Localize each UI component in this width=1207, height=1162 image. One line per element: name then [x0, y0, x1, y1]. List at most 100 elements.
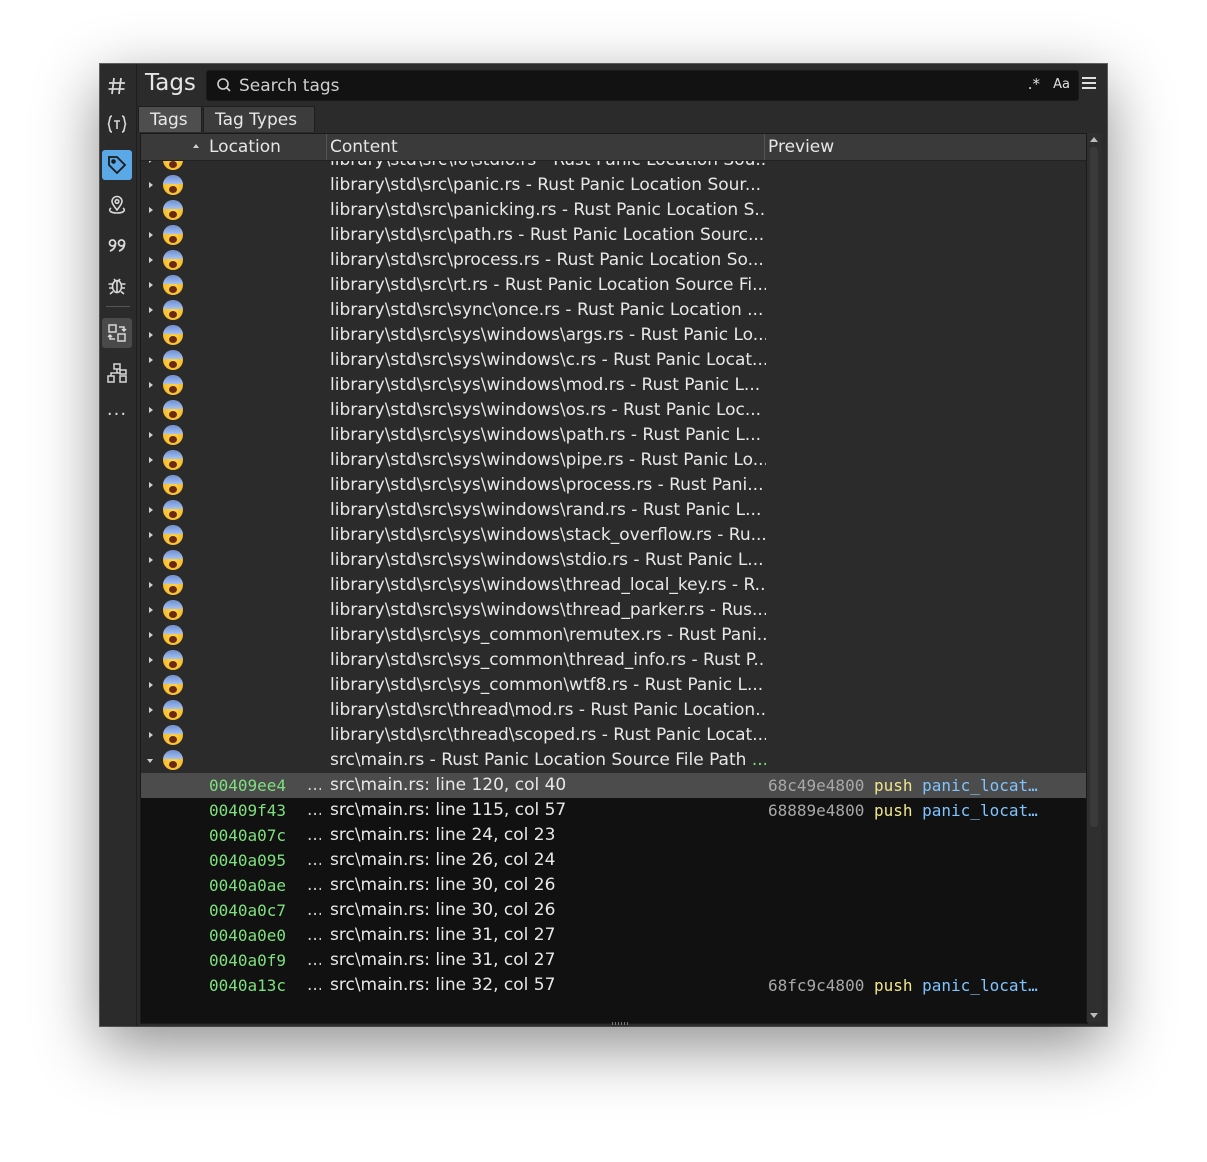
hierarchy-icon[interactable]	[102, 358, 132, 388]
expand-arrow-icon[interactable]	[149, 207, 153, 213]
tab-tags[interactable]: Tags	[138, 106, 202, 132]
table-row-child[interactable]: 00409f43... src\main.rs: line 115, col 57…	[141, 798, 1087, 823]
expand-arrow-icon[interactable]	[149, 507, 153, 513]
table-row[interactable]: library\std\src\sys_common\remutex.rs - …	[141, 623, 1087, 648]
table-row[interactable]: library\std\src\sys_common\thread_info.r…	[141, 648, 1087, 673]
table-row[interactable]: library\std\src\sys\windows\path.rs - Ru…	[141, 423, 1087, 448]
content-cell: library\std\src\thread\mod.rs - Rust Pan…	[330, 700, 766, 720]
expand-arrow-icon[interactable]	[149, 182, 153, 188]
swap-panels-icon[interactable]	[102, 318, 132, 348]
content-cell: src\main.rs: line 120, col 40	[330, 775, 567, 795]
table-row[interactable]: library\std\src\sys\windows\os.rs - Rust…	[141, 398, 1087, 423]
table-row[interactable]: library\std\src\sync\once.rs - Rust Pani…	[141, 298, 1087, 323]
scroll-thumb[interactable]	[1090, 147, 1098, 827]
table-row[interactable]: library\std\src\rt.rs - Rust Panic Locat…	[141, 273, 1087, 298]
location-cell: 0040a13c	[209, 976, 287, 995]
table-row[interactable]: library\std\src\sys\windows\mod.rs - Rus…	[141, 373, 1087, 398]
expand-arrow-icon[interactable]	[149, 682, 153, 688]
table-row-child[interactable]: 0040a0c7... src\main.rs: line 30, col 26	[141, 898, 1087, 923]
vertical-scrollbar[interactable]	[1086, 133, 1101, 1022]
column-header-content[interactable]: Content	[326, 134, 398, 160]
table-row[interactable]: library\std\src\panicking.rs - Rust Pani…	[141, 198, 1087, 223]
expand-arrow-icon[interactable]	[149, 582, 153, 588]
case-sensitive-toggle[interactable]: Aa	[1053, 77, 1070, 92]
content-cell: library\std\src\process.rs - Rust Panic …	[330, 250, 764, 270]
table-row[interactable]: library\std\src\sys\windows\stdio.rs - R…	[141, 548, 1087, 573]
table-row[interactable]: library\std\src\panic.rs - Rust Panic Lo…	[141, 173, 1087, 198]
expand-arrow-icon[interactable]	[149, 732, 153, 738]
hash-icon[interactable]	[102, 71, 132, 101]
table-row-child[interactable]: 0040a13c... src\main.rs: line 32, col 57 6…	[141, 973, 1087, 998]
table-row[interactable]: library\std\src\sys\windows\thread_parke…	[141, 598, 1087, 623]
table-row-child[interactable]: 0040a095... src\main.rs: line 26, col 24	[141, 848, 1087, 873]
search-input[interactable]	[237, 73, 1021, 99]
table-row-child[interactable]: 0040a0ae... src\main.rs: line 30, col 26	[141, 873, 1087, 898]
content-cell: src\main.rs: line 30, col 26	[330, 875, 556, 895]
scroll-up-icon[interactable]	[1090, 137, 1098, 142]
expand-arrow-icon[interactable]	[149, 282, 153, 288]
table-row-child[interactable]: 0040a07c... src\main.rs: line 24, col 23	[141, 823, 1087, 848]
table-row-child[interactable]: 0040a0e0... src\main.rs: line 31, col 27	[141, 923, 1087, 948]
table-row[interactable]: library\std\src\thread\mod.rs - Rust Pan…	[141, 698, 1087, 723]
expand-arrow-icon[interactable]	[149, 482, 153, 488]
screaming-face-icon	[163, 650, 183, 670]
preview-bytes: 68c49e4800	[768, 776, 865, 795]
table-row[interactable]: library\std\src\thread\scoped.rs - Rust …	[141, 723, 1087, 748]
location-more: ...	[307, 775, 321, 795]
table-row[interactable]: library\std\src\sys\windows\rand.rs - Ru…	[141, 498, 1087, 523]
screaming-face-icon	[163, 625, 183, 645]
more-dots: ...	[751, 750, 766, 770]
table-row[interactable]: library\std\src\sys\windows\pipe.rs - Ru…	[141, 448, 1087, 473]
quote-icon[interactable]	[102, 230, 132, 260]
more-icon[interactable]: ...	[100, 399, 134, 420]
menu-icon[interactable]	[1082, 77, 1096, 89]
expand-arrow-icon[interactable]	[149, 557, 153, 563]
tab-tag-types[interactable]: Tag Types	[203, 106, 315, 132]
expand-arrow-icon[interactable]	[149, 307, 153, 313]
expand-arrow-icon[interactable]	[149, 432, 153, 438]
expand-arrow-icon[interactable]	[149, 532, 153, 538]
table-row[interactable]: library\std\src\sys\windows\process.rs -…	[141, 473, 1087, 498]
column-header-location[interactable]: Location	[209, 134, 281, 160]
table-row[interactable]: library\std\src\path.rs - Rust Panic Loc…	[141, 223, 1087, 248]
expand-arrow-icon[interactable]	[149, 232, 153, 238]
table-row[interactable]: library\std\src\sys_common\wtf8.rs - Rus…	[141, 673, 1087, 698]
table-row[interactable]: library\std\src\sys\windows\args.rs - Ru…	[141, 323, 1087, 348]
expand-arrow-icon[interactable]	[149, 332, 153, 338]
location-pin-icon[interactable]	[102, 190, 132, 220]
table-row[interactable]: library\std\src\sys\windows\c.rs - Rust …	[141, 348, 1087, 373]
expand-arrow-icon[interactable]	[149, 657, 153, 663]
location-cell: 0040a07c	[209, 826, 287, 845]
tag-icon[interactable]	[102, 150, 132, 180]
collapse-arrow-icon[interactable]	[147, 759, 153, 763]
expand-arrow-icon[interactable]	[149, 407, 153, 413]
expand-arrow-icon[interactable]	[149, 707, 153, 713]
scroll-down-icon[interactable]	[1090, 1013, 1098, 1018]
expand-arrow-icon[interactable]	[149, 607, 153, 613]
resize-grip[interactable]	[612, 1022, 630, 1025]
column-header-preview[interactable]: Preview	[764, 134, 834, 160]
table-row-child[interactable]: 00409ee4... src\main.rs: line 120, col 40…	[141, 773, 1087, 798]
content-cell: src\main.rs: line 26, col 24	[330, 850, 556, 870]
expand-arrow-icon[interactable]	[149, 457, 153, 463]
content-cell: library\std\src\sys\windows\rand.rs - Ru…	[330, 500, 762, 520]
table-row[interactable]: library\std\src\sys\windows\stack_overfl…	[141, 523, 1087, 548]
expand-arrow-icon[interactable]	[149, 382, 153, 388]
content-cell: library\std\src\sync\once.rs - Rust Pani…	[330, 300, 764, 320]
content-cell: library\std\src\panic.rs - Rust Panic Lo…	[330, 175, 762, 195]
expand-arrow-icon[interactable]	[149, 632, 153, 638]
bug-icon[interactable]	[102, 270, 132, 300]
screaming-face-icon	[163, 400, 183, 420]
expand-arrow-icon[interactable]	[149, 257, 153, 263]
regex-toggle[interactable]: .*	[1028, 75, 1040, 93]
location-cell: 0040a0ae	[209, 876, 287, 895]
panel-title: Tags	[145, 70, 196, 96]
table-row-expanded[interactable]: src\main.rs - Rust Panic Location Source…	[141, 748, 1087, 773]
screaming-face-icon	[163, 525, 183, 545]
expand-arrow-icon[interactable]	[149, 357, 153, 363]
table-row[interactable]: library\std\src\sys\windows\thread_local…	[141, 573, 1087, 598]
table-row-child[interactable]: 0040a0f9... src\main.rs: line 31, col 27	[141, 948, 1087, 973]
preview-mnemonic: push	[873, 801, 913, 820]
braces-icon[interactable]	[102, 109, 132, 139]
table-row[interactable]: library\std\src\process.rs - Rust Panic …	[141, 248, 1087, 273]
